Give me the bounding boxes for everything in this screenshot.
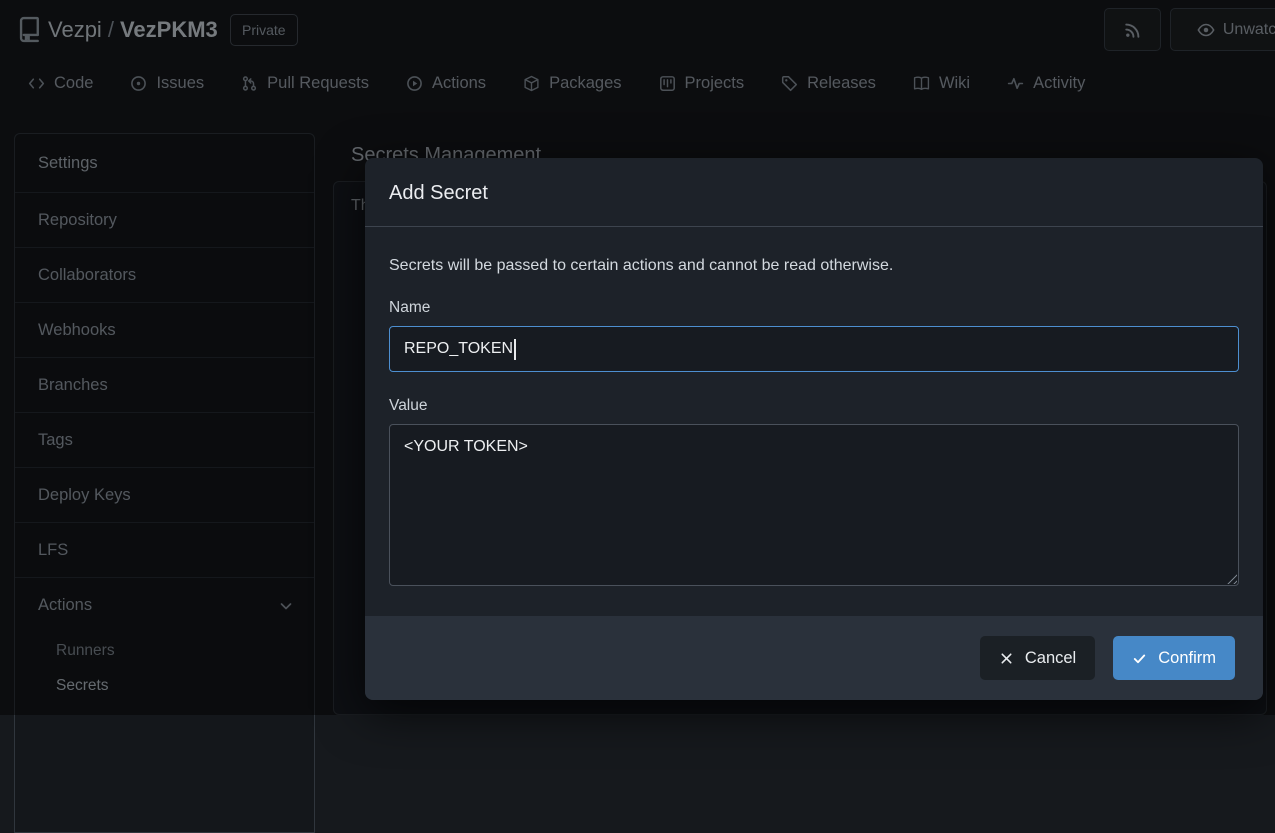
cancel-button[interactable]: Cancel — [980, 636, 1095, 680]
confirm-label: Confirm — [1158, 649, 1216, 668]
secret-value-textarea[interactable]: <YOUR TOKEN> — [389, 424, 1239, 586]
check-icon — [1132, 651, 1147, 666]
modal-actions: Cancel Confirm — [365, 616, 1263, 700]
name-field-label: Name — [389, 299, 1239, 317]
text-cursor — [514, 339, 516, 360]
modal-body: Secrets will be passed to certain action… — [365, 227, 1263, 586]
add-secret-modal: Add Secret Secrets will be passed to cer… — [365, 158, 1263, 700]
secret-name-value: REPO_TOKEN — [404, 340, 513, 358]
modal-description: Secrets will be passed to certain action… — [389, 257, 1239, 275]
cancel-label: Cancel — [1025, 649, 1076, 668]
secret-name-input[interactable]: REPO_TOKEN — [389, 326, 1239, 372]
modal-title: Add Secret — [365, 158, 1263, 227]
value-field-label: Value — [389, 397, 1239, 415]
x-icon — [999, 651, 1014, 666]
confirm-button[interactable]: Confirm — [1113, 636, 1235, 680]
